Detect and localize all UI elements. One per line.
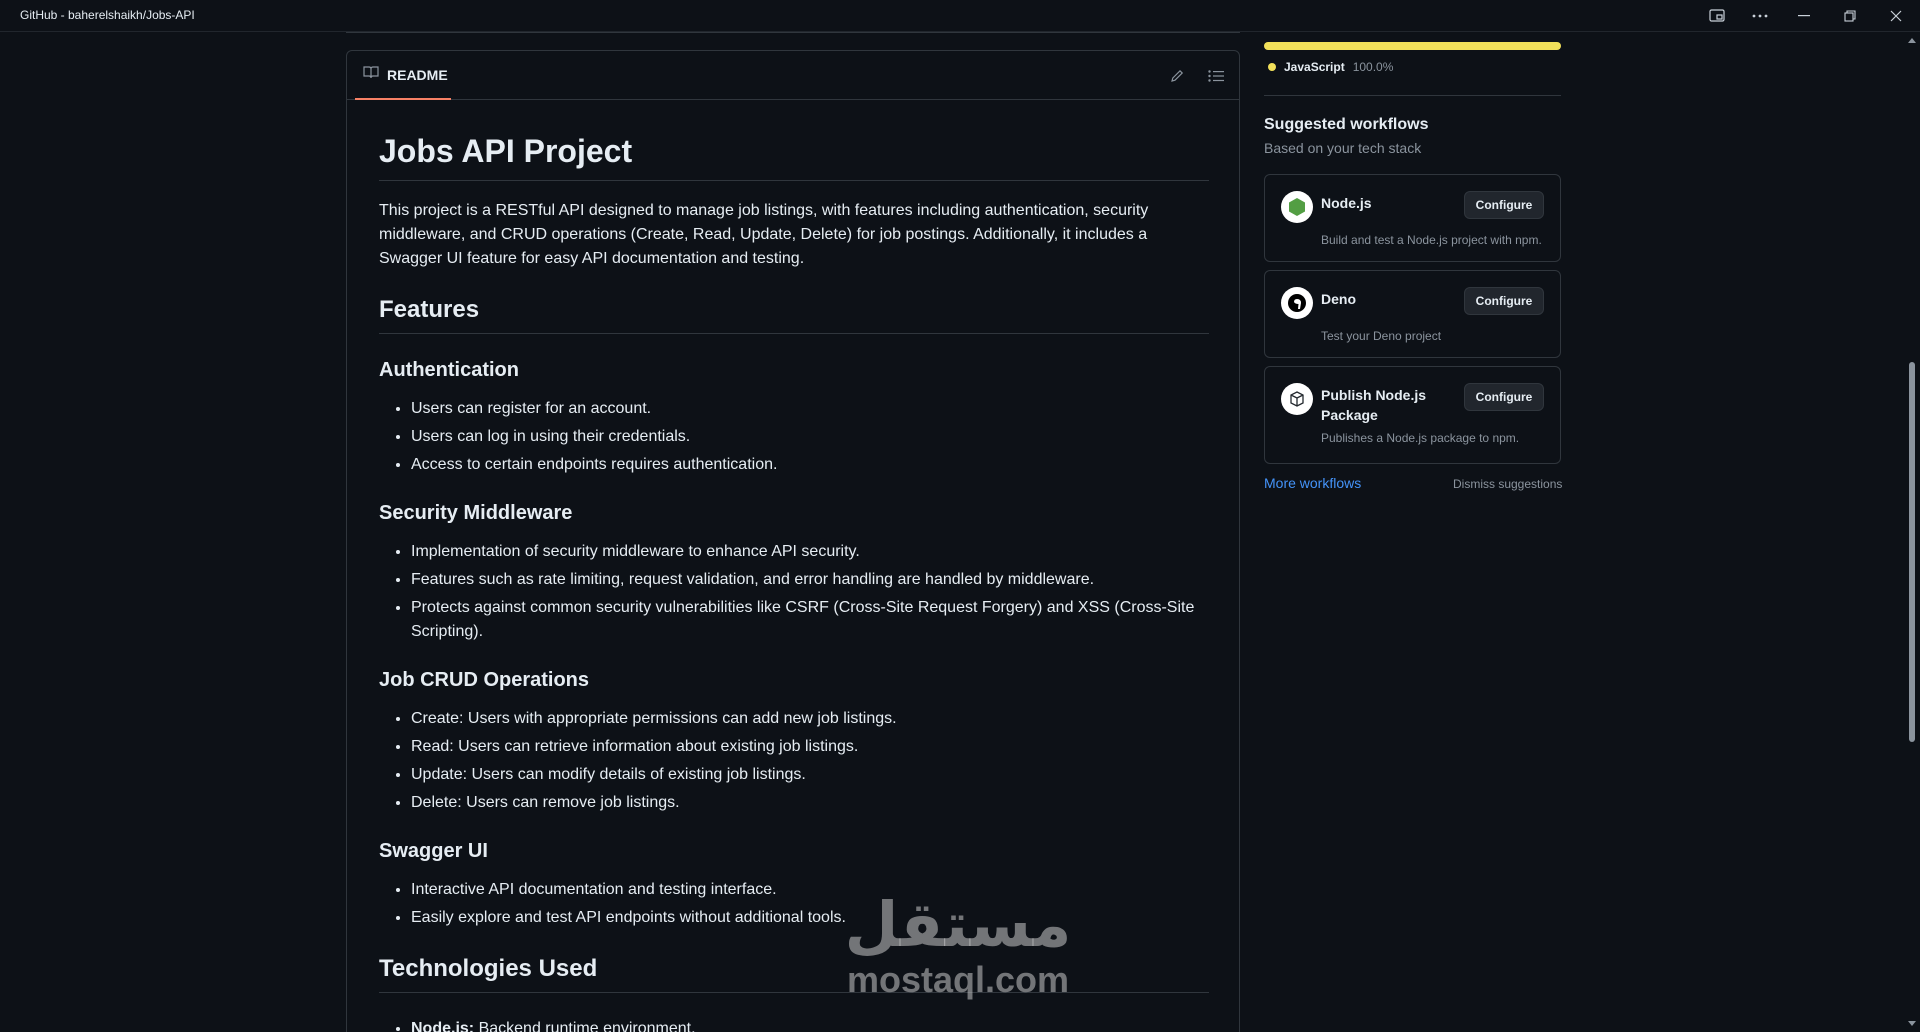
close-icon[interactable] [1875,0,1917,32]
workflow-description: Test your Deno project [1321,329,1442,343]
window-title-bar: GitHub - baherelshaikh/Jobs-API [0,0,1920,32]
workflow-card-nodejs: Node.js Build and test a Node.js project… [1264,174,1561,262]
crud-list: Create: Users with appropriate permissio… [379,707,1209,815]
security-list: Implementation of security middleware to… [379,540,1209,644]
list-item: Update: Users can modify details of exis… [411,763,1209,787]
readme-title: Jobs API Project [379,131,1209,181]
configure-button[interactable]: Configure [1464,191,1544,219]
watermark-arabic: مستقل [844,888,1072,961]
readme-header: README [347,51,1239,100]
section-heading-security-middleware: Security Middleware [379,502,573,524]
scroll-down-arrow-icon[interactable] [1908,1021,1916,1026]
more-options-icon[interactable] [1739,0,1781,32]
scrollbar-thumb[interactable] [1909,362,1915,742]
divider [346,32,1240,33]
tech-desc: Backend runtime environment. [474,1020,696,1032]
workflow-description: Build and test a Node.js project with np… [1321,233,1542,247]
list-item: Users can log in using their credentials… [411,425,1209,449]
list-item: Interactive API documentation and testin… [411,878,1209,902]
suggested-workflows-subtitle: Based on your tech stack [1264,140,1422,156]
section-heading-swagger-ui: Swagger UI [379,840,488,862]
book-icon [363,65,379,84]
workflow-card-publish-nodejs: Publish Node.js Package Publishes a Node… [1264,366,1561,464]
language-name: JavaScript [1284,60,1345,74]
list-item: Node.js: Backend runtime environment. [411,1017,1209,1032]
list-item: Create: Users with appropriate permissio… [411,707,1209,731]
minimize-icon[interactable] [1783,0,1825,32]
dismiss-suggestions-link[interactable]: Dismiss suggestions [1453,477,1562,491]
features-heading: Features [379,295,1209,334]
language-percent: 100.0% [1352,60,1394,74]
divider [1264,95,1561,96]
readme-intro: This project is a RESTful API designed t… [379,202,1149,267]
workflow-description: Publishes a Node.js package to npm. [1321,431,1520,445]
list-item: Easily explore and test API endpoints wi… [411,906,1209,930]
technologies-heading: Technologies Used [379,954,1209,993]
outline-list-icon[interactable] [1205,65,1227,87]
list-item: Implementation of security middleware to… [411,540,1209,564]
readme-content: Jobs API Project This project is a RESTf… [379,131,1209,1032]
configure-button[interactable]: Configure [1464,383,1544,411]
deno-icon [1281,287,1313,319]
technologies-list: Node.js: Backend runtime environment. [379,1017,1209,1032]
edit-pencil-icon[interactable] [1166,65,1188,87]
window-title: GitHub - baherelshaikh/Jobs-API [20,8,195,22]
workflow-name: Deno [1321,291,1356,307]
language-color-dot [1268,63,1276,71]
workflow-name: Node.js [1321,195,1372,211]
restore-icon[interactable] [1829,0,1871,32]
vertical-scrollbar[interactable] [1904,32,1920,1032]
configure-button[interactable]: Configure [1464,287,1544,315]
language-item[interactable]: JavaScript 100.0% [1268,60,1393,74]
scroll-up-arrow-icon[interactable] [1908,38,1916,43]
more-workflows-link[interactable]: More workflows [1264,475,1361,491]
watermark-latin: mostaql.com [846,959,1070,1000]
list-item: Features such as rate limiting, request … [411,568,1209,592]
list-item: Users can register for an account. [411,397,1209,421]
readme-panel: README Jobs API Project This project is … [346,50,1240,1032]
section-heading-job-crud: Job CRUD Operations [379,669,590,691]
list-item: Access to certain endpoints requires aut… [411,453,1209,477]
nodejs-icon [1281,191,1313,223]
list-item: Delete: Users can remove job listings. [411,791,1209,815]
suggested-workflows-title: Suggested workflows [1264,116,1429,133]
tech-name: Node.js: [411,1020,475,1032]
workflow-card-deno: Deno Test your Deno project Configure [1264,270,1561,358]
list-item: Read: Users can retrieve information abo… [411,735,1209,759]
authentication-list: Users can register for an account. Users… [379,397,1209,477]
swagger-list: Interactive API documentation and testin… [379,878,1209,930]
watermark: مستقل mostaql.com [838,890,1078,1000]
language-bar [1264,42,1561,50]
list-item: Protects against common security vulnera… [411,596,1209,644]
package-icon [1281,383,1313,415]
cast-icon[interactable] [1696,0,1738,32]
workflow-name: Publish Node.js Package [1321,387,1427,423]
section-heading-authentication: Authentication [379,359,519,381]
tab-readme[interactable]: README [355,51,451,100]
readme-tab-label: README [387,66,448,83]
